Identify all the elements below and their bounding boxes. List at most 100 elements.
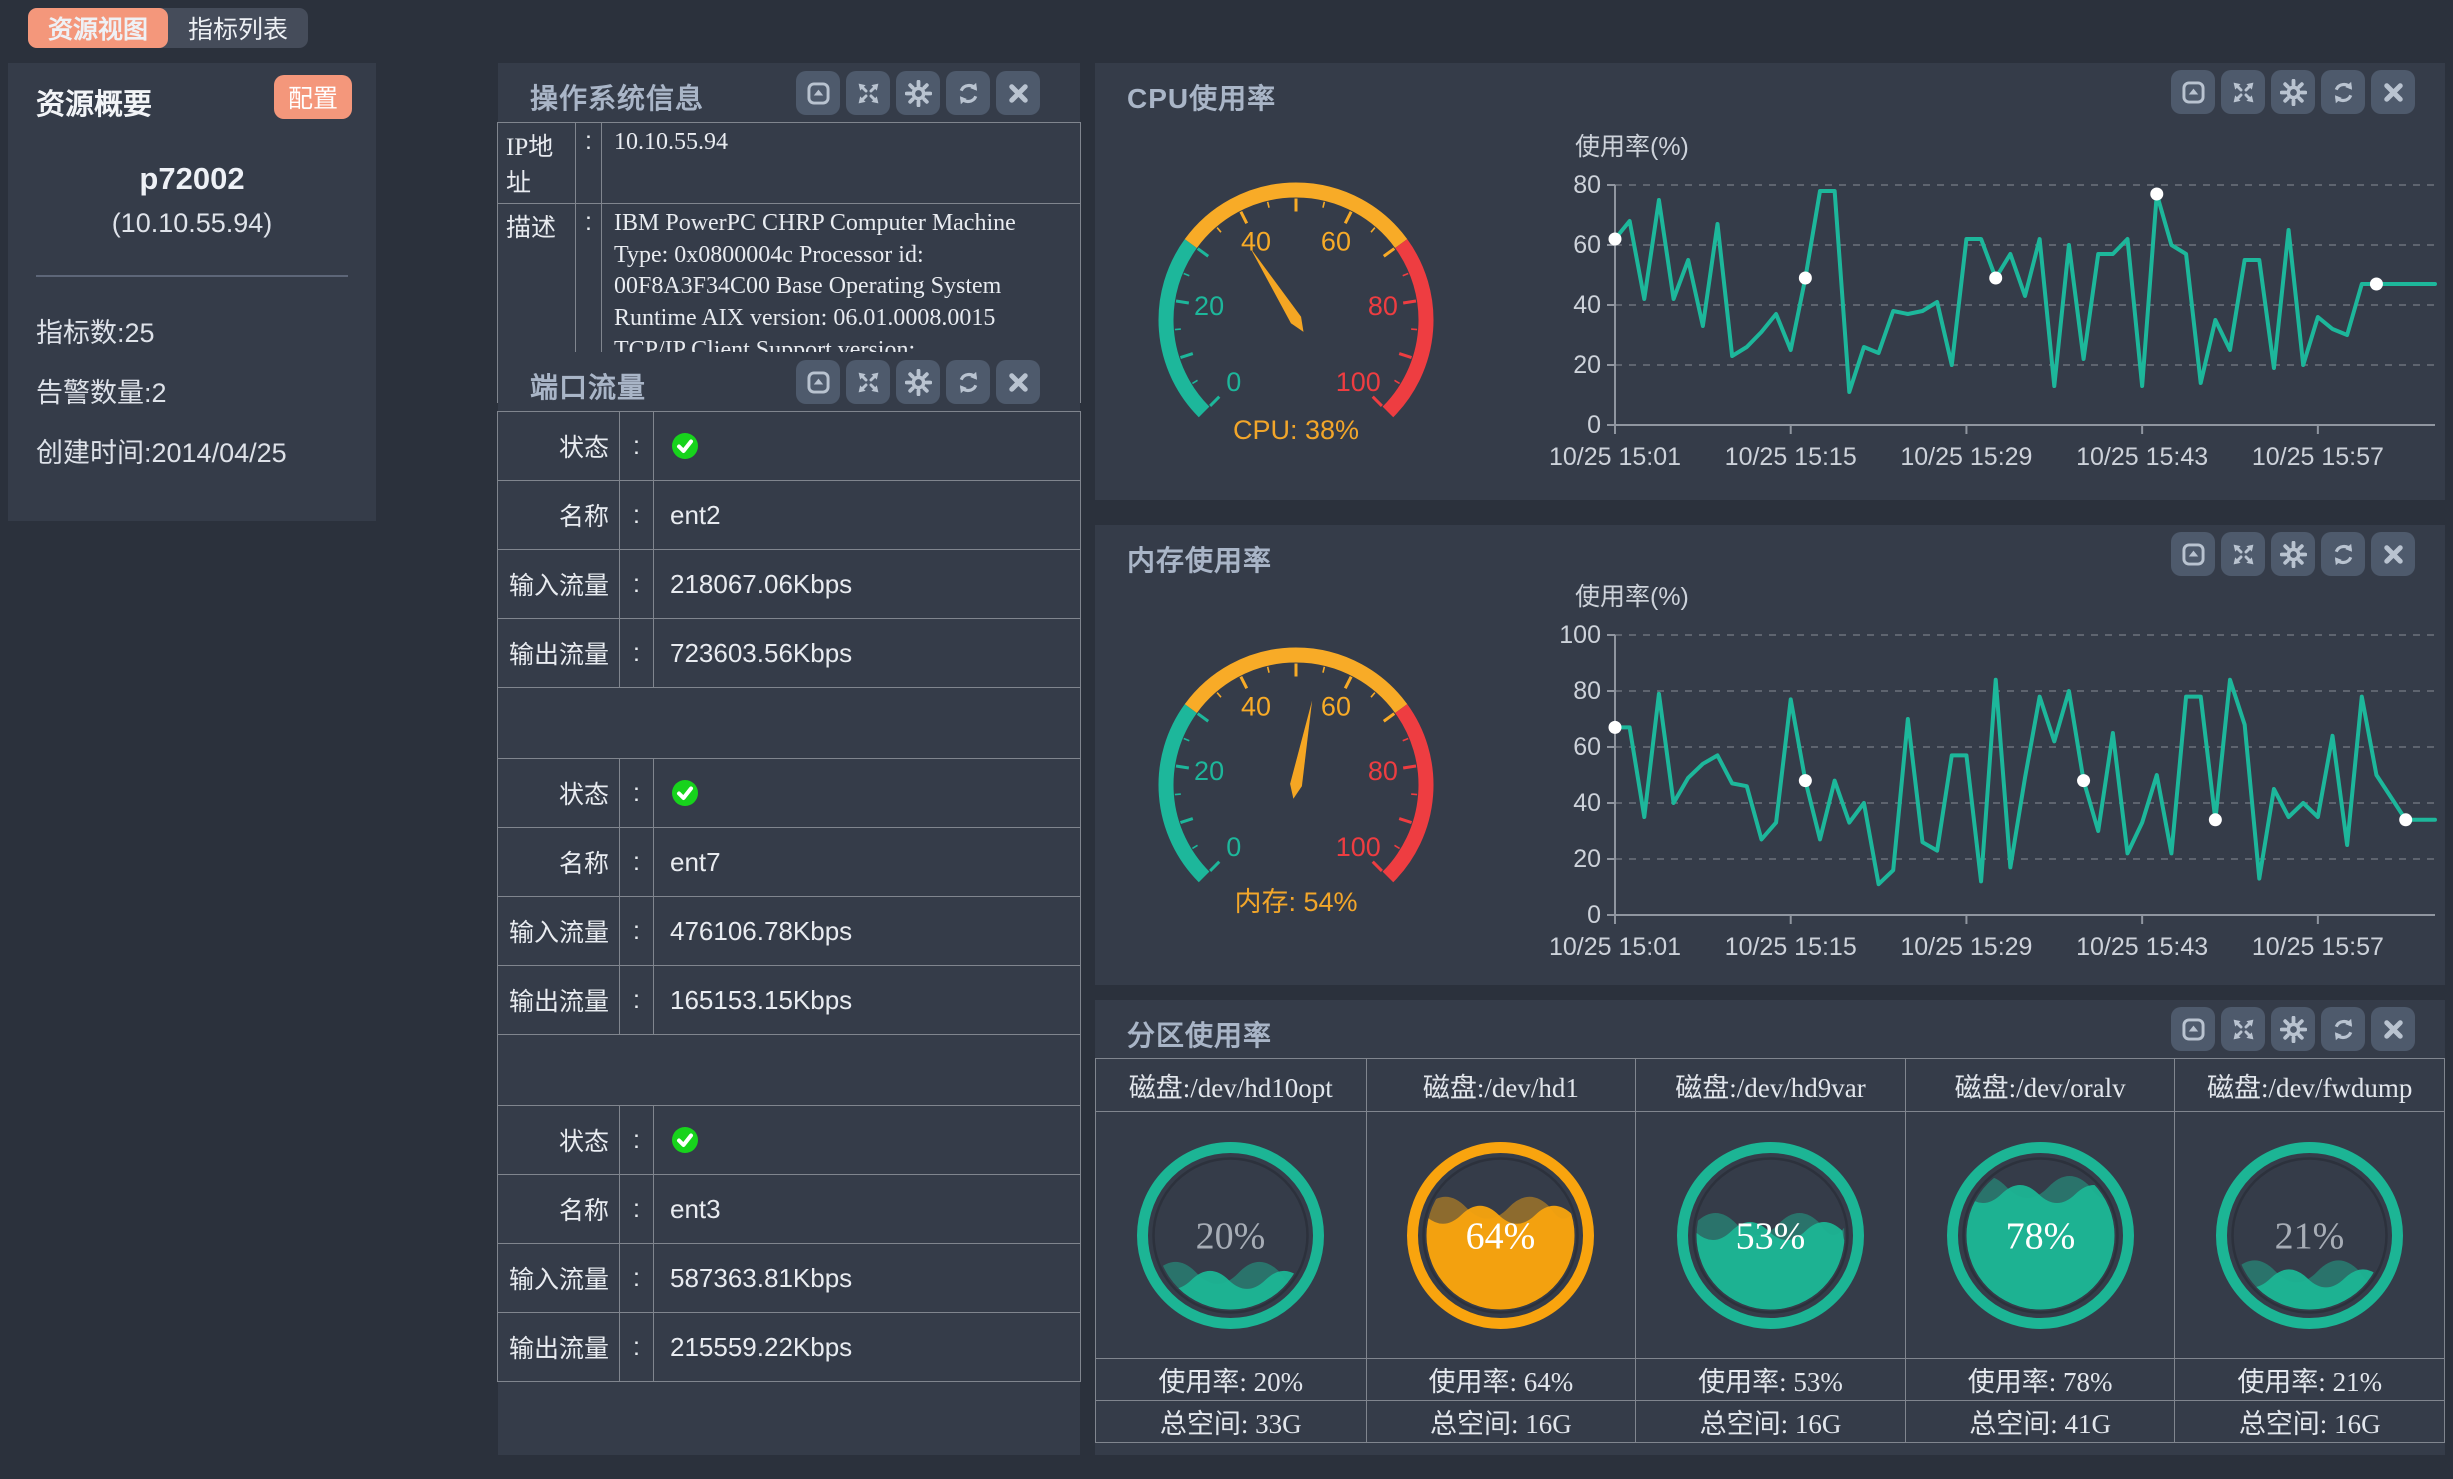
total-row: 总空间: 33G 总空间: 16G 总空间: 16G 总空间: 41G 总空间:…	[1096, 1400, 2444, 1442]
host-name: p72002	[8, 161, 376, 197]
minimize-button[interactable]	[2171, 1007, 2215, 1051]
input-traffic: 218067.06Kbps	[654, 550, 1080, 618]
output-traffic: 165153.15Kbps	[654, 966, 1080, 1034]
ip-value: 10.10.55.94	[602, 123, 1080, 203]
refresh-button[interactable]	[2321, 1007, 2365, 1051]
disk-header: 磁盘:/dev/hd9var	[1635, 1059, 1905, 1111]
expand-button[interactable]	[2221, 1007, 2265, 1051]
panel-title: 端口流量	[530, 366, 646, 406]
close-button[interactable]	[996, 360, 1040, 404]
port-traffic-panel: 端口流量 状态 : 名称 : ent2 输入流量 : 218067.06Kbps	[498, 352, 1080, 1455]
row-label: 输出流量	[498, 966, 620, 1034]
close-button[interactable]	[2371, 1007, 2415, 1051]
memory-line-chart: 使用率(%)02040608010010/25 15:0110/25 15:15…	[1520, 575, 2445, 975]
input-traffic: 587363.81Kbps	[654, 1244, 1080, 1312]
tab-indicator-list[interactable]: 指标列表	[168, 8, 308, 48]
disk-liquid-gauge: 21%	[2197, 1123, 2422, 1348]
close-button[interactable]	[2371, 70, 2415, 114]
settings-button[interactable]	[2271, 70, 2315, 114]
port-name: ent2	[654, 481, 1080, 549]
svg-text:53%: 53%	[1736, 1215, 1806, 1257]
expand-button[interactable]	[846, 360, 890, 404]
row-label: 输入流量	[498, 550, 620, 618]
expand-button[interactable]	[2221, 70, 2265, 114]
disk-liquid-gauge: 53%	[1658, 1123, 1883, 1348]
row-label: 输出流量	[498, 1313, 620, 1381]
svg-text:60: 60	[1321, 227, 1351, 257]
refresh-icon	[2330, 1016, 2357, 1043]
memory-gauge-label: 内存: 54%	[1146, 880, 1446, 919]
cpu-gauge-label: CPU: 38%	[1146, 415, 1446, 446]
cpu-line-chart: 使用率(%)02040608010/25 15:0110/25 15:1510/…	[1520, 125, 2445, 475]
expand-icon	[855, 80, 882, 107]
sidebar-title: 资源概要	[36, 81, 152, 123]
svg-text:64%: 64%	[1466, 1215, 1536, 1257]
table-row: 输出流量 : 723603.56Kbps	[498, 619, 1080, 688]
close-button[interactable]	[2371, 532, 2415, 576]
disk-total: 总空间: 33G	[1096, 1400, 1366, 1442]
svg-text:使用率(%): 使用率(%)	[1575, 133, 1689, 161]
table-row: 状态 :	[498, 759, 1080, 828]
view-tabs: 资源视图 指标列表	[28, 8, 308, 48]
port-name: ent7	[654, 828, 1080, 896]
expand-button[interactable]	[2221, 532, 2265, 576]
minimize-button[interactable]	[2171, 70, 2215, 114]
svg-text:80: 80	[1573, 171, 1601, 199]
panel-toolbar	[2171, 532, 2415, 576]
close-button[interactable]	[996, 71, 1040, 115]
svg-text:10/25 15:29: 10/25 15:29	[1900, 933, 2032, 961]
svg-text:80: 80	[1368, 291, 1398, 321]
row-label: 输入流量	[498, 897, 620, 965]
settings-icon	[2280, 79, 2307, 106]
disk-usage: 使用率: 78%	[1905, 1358, 2175, 1400]
expand-button[interactable]	[846, 71, 890, 115]
refresh-button[interactable]	[2321, 532, 2365, 576]
refresh-icon	[2330, 79, 2357, 106]
row-label: 输出流量	[498, 619, 620, 687]
metric-count: 指标数:25	[36, 311, 155, 350]
panel-toolbar	[796, 71, 1040, 115]
disk-usage: 使用率: 64%	[1366, 1358, 1636, 1400]
settings-button[interactable]	[896, 71, 940, 115]
refresh-icon	[955, 80, 982, 107]
config-button[interactable]: 配置	[274, 75, 352, 119]
refresh-button[interactable]	[2321, 70, 2365, 114]
close-icon	[2380, 79, 2407, 106]
input-traffic: 476106.78Kbps	[654, 897, 1080, 965]
row-label: 输入流量	[498, 1244, 620, 1312]
alarm-count: 告警数量:2	[36, 371, 167, 410]
tab-resource-view[interactable]: 资源视图	[28, 8, 168, 48]
settings-button[interactable]	[2271, 1007, 2315, 1051]
svg-text:20: 20	[1194, 756, 1224, 786]
close-icon	[1005, 369, 1032, 396]
cpu-usage-panel: CPU使用率 020406080100 CPU: 38% 使用率(%)02040…	[1095, 63, 2445, 500]
table-row: 名称 : ent7	[498, 828, 1080, 897]
resource-summary-card: 资源概要 配置 p72002 (10.10.55.94) 指标数:25 告警数量…	[8, 63, 376, 521]
panel-title: CPU使用率	[1127, 77, 1276, 117]
minimize-icon	[2180, 1016, 2207, 1043]
panel-title: 分区使用率	[1127, 1014, 1272, 1054]
svg-text:20: 20	[1573, 351, 1601, 379]
table-row: 输出流量 : 215559.22Kbps	[498, 1313, 1080, 1381]
row-label: IP地址	[498, 123, 576, 203]
svg-text:40: 40	[1573, 291, 1601, 319]
table-row: 状态 :	[498, 1106, 1080, 1175]
panel-title: 内存使用率	[1127, 539, 1272, 579]
minimize-button[interactable]	[796, 360, 840, 404]
refresh-icon	[2330, 541, 2357, 568]
dashboard-page: 资源视图 指标列表 资源概要 配置 p72002 (10.10.55.94) 指…	[0, 0, 2453, 1479]
refresh-button[interactable]	[946, 71, 990, 115]
settings-button[interactable]	[896, 360, 940, 404]
minimize-button[interactable]	[2171, 532, 2215, 576]
settings-icon	[905, 369, 932, 396]
table-row: 输入流量 : 218067.06Kbps	[498, 550, 1080, 619]
close-icon	[1005, 80, 1032, 107]
liquid-gauge-row: 20% 64% 53% 78% 21%	[1096, 1111, 2444, 1358]
svg-text:10/25 15:01: 10/25 15:01	[1549, 443, 1681, 471]
refresh-button[interactable]	[946, 360, 990, 404]
minimize-button[interactable]	[796, 71, 840, 115]
refresh-icon	[955, 369, 982, 396]
settings-button[interactable]	[2271, 532, 2315, 576]
minimize-icon	[805, 369, 832, 396]
svg-text:60: 60	[1573, 733, 1601, 761]
